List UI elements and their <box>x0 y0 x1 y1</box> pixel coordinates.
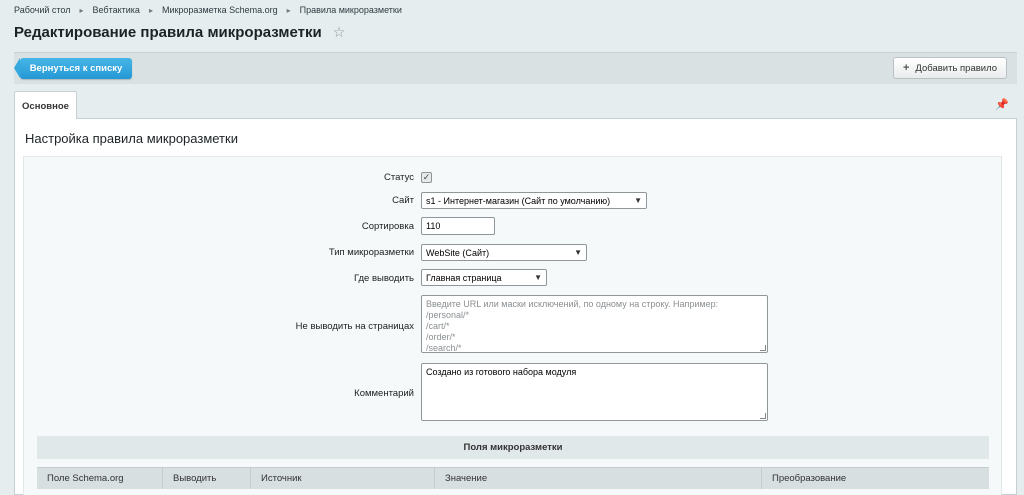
plus-icon: + <box>902 62 910 74</box>
back-button-label: Вернуться к списку <box>29 63 123 74</box>
breadcrumb-item-schema[interactable]: Микроразметка Schema.org <box>162 5 278 15</box>
fields-section-title: Поля микроразметки <box>463 442 563 453</box>
chevron-down-icon: ▼ <box>574 248 582 257</box>
form-area: Статус ✓ Сайт s1 - Интернет-магазин (Сай… <box>23 156 1002 495</box>
column-header: Выводить <box>163 468 251 489</box>
comment-label: Комментарий <box>354 388 414 399</box>
star-icon[interactable]: ☆ <box>333 24 346 41</box>
breadcrumb-separator-icon: ▸ <box>148 5 153 15</box>
where-select-value: Главная страница <box>426 272 502 283</box>
status-checkbox[interactable]: ✓ <box>421 172 432 183</box>
sort-label: Сортировка <box>361 221 414 232</box>
column-header: Значение <box>435 468 762 489</box>
breadcrumb: Рабочий стол ▸ Вебтактика ▸ Микроразметк… <box>14 5 402 15</box>
status-label: Статус <box>383 172 414 183</box>
exclude-placeholder: Введите URL или маски исключений, по одн… <box>426 299 719 353</box>
column-header: Поле Schema.org <box>37 468 163 489</box>
type-select-value: WebSite (Сайт) <box>426 247 490 258</box>
where-label: Где выводить <box>353 273 414 284</box>
comment-value: Создано из готового набора модуля <box>426 367 577 377</box>
section-title: Настройка правила микроразметки <box>25 131 238 146</box>
sort-input-value: 110 <box>426 221 441 231</box>
back-to-list-button[interactable]: Вернуться к списку <box>14 58 132 79</box>
breadcrumb-separator-icon: ▸ <box>79 5 84 15</box>
type-label: Тип микроразметки <box>328 247 414 258</box>
breadcrumb-item-desktop[interactable]: Рабочий стол <box>14 5 71 15</box>
column-header: Источник <box>251 468 435 489</box>
site-select-value: s1 - Интернет-магазин (Сайт по умолчанию… <box>426 195 611 206</box>
tab-bar: Основное 📌 <box>14 91 1017 120</box>
tab-main[interactable]: Основное <box>14 91 77 120</box>
add-rule-button[interactable]: + Добавить правило <box>893 57 1007 79</box>
chevron-down-icon: ▼ <box>634 196 642 205</box>
column-header: Преобразование <box>772 473 847 484</box>
page-title-container: Редактирование правила микроразметки ☆ <box>14 24 345 41</box>
sort-input[interactable]: 110 <box>421 217 495 235</box>
chevron-down-icon: ▼ <box>534 273 542 282</box>
breadcrumb-separator-icon: ▸ <box>286 5 291 15</box>
tab-main-label: Основное <box>22 100 69 112</box>
where-select[interactable]: Главная страница ▼ <box>421 269 547 286</box>
exclude-pages-textarea[interactable]: Введите URL или маски исключений, по одн… <box>421 295 768 353</box>
site-label: Сайт <box>392 195 414 206</box>
add-rule-label: Добавить правило <box>915 62 998 74</box>
comment-textarea[interactable]: Создано из готового набора модуля <box>421 363 768 421</box>
type-select[interactable]: WebSite (Сайт) ▼ <box>421 244 587 261</box>
main-panel: Настройка правила микроразметки Статус ✓… <box>14 119 1017 495</box>
resize-handle[interactable] <box>760 345 766 351</box>
breadcrumb-item-vebtaktika[interactable]: Вебтактика <box>93 5 140 15</box>
breadcrumb-item-rules[interactable]: Правила микроразметки <box>300 5 402 15</box>
fields-table-header: Поле Schema.org Выводить Источник Значен… <box>37 467 989 489</box>
site-select[interactable]: s1 - Интернет-магазин (Сайт по умолчанию… <box>421 192 647 209</box>
exclude-label: Не выводить на страницах <box>295 321 414 332</box>
page-title: Редактирование правила микроразметки <box>14 24 322 41</box>
pin-icon[interactable]: 📌 <box>995 98 1009 111</box>
toolbar: Вернуться к списку + Добавить правило <box>14 52 1017 84</box>
resize-handle[interactable] <box>760 413 766 419</box>
fields-section-header: Поля микроразметки <box>37 436 989 459</box>
